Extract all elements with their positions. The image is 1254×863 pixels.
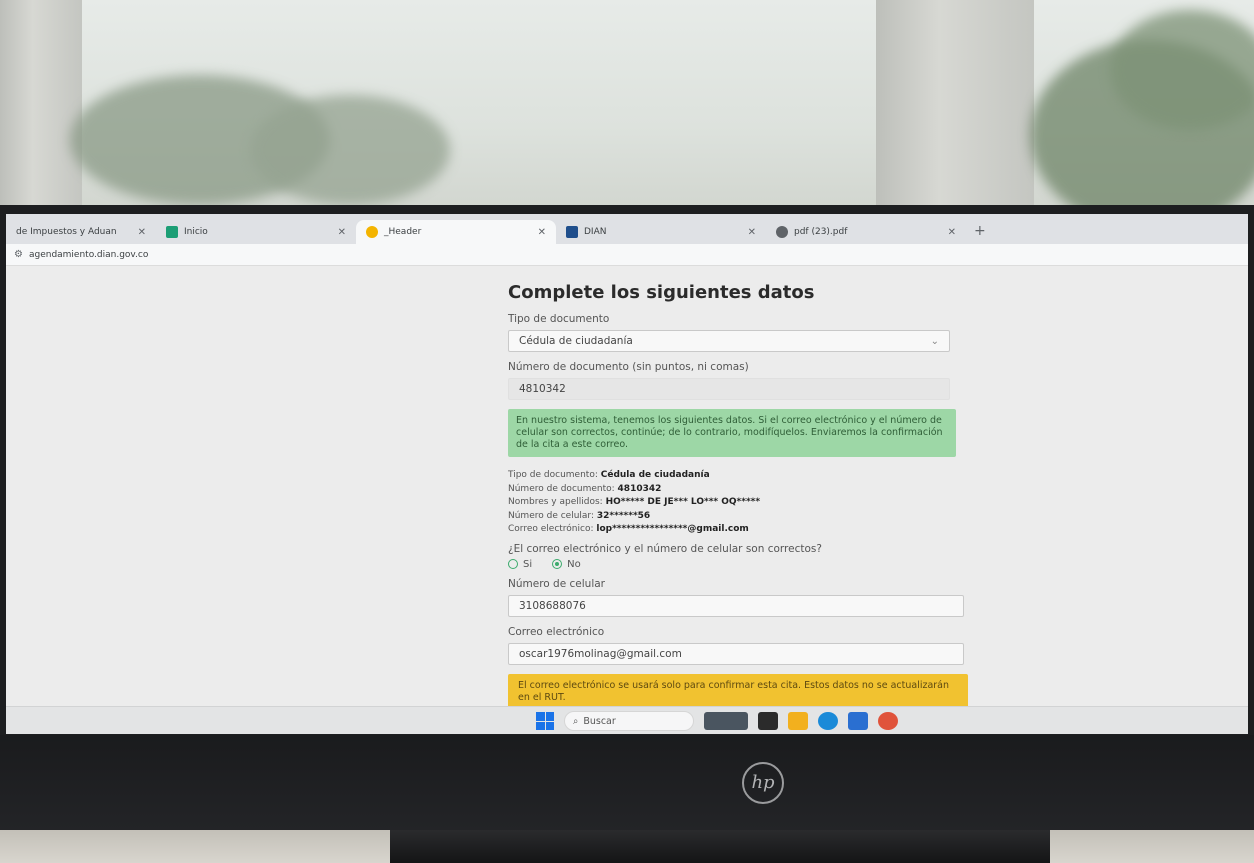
close-icon[interactable]: ✕ [948,227,956,238]
tree-foliage [250,95,450,205]
task-view-icon[interactable] [758,712,778,730]
tab-label: de Impuestos y Aduan [16,227,117,237]
doc-type-select[interactable]: Cédula de ciudadanía ⌄ [508,330,950,352]
cell-value: 3108688076 [519,599,586,612]
confirm-radio-group: Si No [508,559,978,570]
confirm-question: ¿El correo electrónico y el número de ce… [508,542,822,555]
detail-row: Nombres y apellidos: HO***** DE JE*** LO… [508,496,978,510]
file-explorer-icon[interactable] [788,712,808,730]
edge-icon[interactable] [818,712,838,730]
tab-favicon-icon [566,226,578,238]
page-content: Complete los siguientes datos Tipo de do… [6,266,1248,710]
detail-key: Nombres y apellidos: [508,497,603,507]
detail-row: Correo electrónico: lop****************@… [508,523,978,537]
detail-row: Número de celular: 32******56 [508,510,978,524]
tab-favicon-icon [166,226,178,238]
tab-dian[interactable]: DIAN ✕ [556,220,766,244]
search-icon: ⌕ [573,715,579,727]
tab-label: pdf (23).pdf [794,227,848,237]
cell-label: Número de celular [508,577,605,590]
detail-row: Número de documento: 4810342 [508,483,978,497]
windows-start-icon[interactable] [536,712,554,730]
detail-key: Número de documento: [508,483,615,494]
new-tab-button[interactable]: + [966,220,994,244]
doc-number-label: Número de documento (sin puntos, ni coma… [508,361,749,373]
cell-field[interactable]: 3108688076 [508,594,964,617]
detail-value: Cédula de ciudadanía [600,470,710,480]
tab-label: DIAN [584,227,607,237]
tab-favicon-icon [366,226,378,238]
close-icon[interactable]: ✕ [138,227,146,238]
doc-type-value: Cédula de ciudadanía [519,335,633,347]
warning-alert: El correo electrónico se usará solo para… [508,673,968,710]
page-title: Complete los siguientes datos [508,282,815,303]
detail-value: 32******56 [596,510,651,521]
doc-number-field[interactable]: 4810342 [508,378,950,400]
close-icon[interactable]: ✕ [748,227,756,238]
window-backdrop [0,0,1254,230]
email-label: Correo electrónico [508,625,605,638]
screen: de Impuestos y Aduan ✕ Inicio ✕ _Header … [6,214,1248,734]
detail-value: 4810342 [617,483,662,494]
radio-yes[interactable]: Si [508,559,532,570]
appointment-form: Complete los siguientes datos Tipo de do… [508,282,978,710]
tab-pdf[interactable]: pdf (23).pdf ✕ [766,220,966,244]
doc-number-value: 4810342 [519,383,566,395]
close-icon[interactable]: ✕ [338,227,346,238]
radio-yes-label: Si [523,558,533,570]
detail-key: Correo electrónico: [508,524,594,534]
store-icon[interactable] [848,712,868,730]
url-text: agendamiento.dian.gov.co [28,249,149,260]
info-alert: En nuestro sistema, tenemos los siguient… [508,409,956,457]
detail-value: HO***** DE JE*** LO*** OQ***** [605,497,761,507]
email-field[interactable]: oscar1976molinag@gmail.com [508,642,964,665]
site-settings-icon[interactable]: ⚙ [14,249,23,260]
hp-logo: hp [742,762,784,804]
search-placeholder: Buscar [583,715,616,727]
email-value: oscar1976molinag@gmail.com [519,647,682,660]
chevron-down-icon: ⌄ [930,335,939,347]
detail-key: Número de celular: [508,510,595,521]
radio-no-label: No [567,558,581,570]
detail-key: Tipo de documento: [508,470,598,480]
monitor-chin [0,735,1254,830]
tab-dian-impuestos[interactable]: de Impuestos y Aduan ✕ [6,220,156,244]
detail-value: lop****************@gmail.com [596,524,749,534]
address-bar[interactable]: ⚙ agendamiento.dian.gov.co [6,244,1248,266]
tab-inicio[interactable]: Inicio ✕ [156,220,356,244]
radio-circle-icon [552,559,563,569]
landscape-app-icon[interactable] [704,712,748,730]
tab-favicon-icon [776,226,788,238]
tab-label: _Header [384,227,422,237]
browser-tab-bar: de Impuestos y Aduan ✕ Inicio ✕ _Header … [6,214,1248,244]
close-icon[interactable]: ✕ [538,227,546,238]
radio-circle-icon [508,559,518,569]
tab-label: Inicio [184,227,208,237]
monitor-stand [390,830,1050,863]
taskbar-search[interactable]: ⌕ Buscar [564,711,694,731]
radio-no[interactable]: No [552,559,581,570]
windows-taskbar: ⌕ Buscar [6,706,1248,734]
taskbar-center: ⌕ Buscar [536,711,898,731]
doc-type-label: Tipo de documento [508,313,610,325]
user-details: Tipo de documento: Cédula de ciudadanía … [508,469,978,537]
chrome-icon[interactable] [878,712,898,730]
tab-header[interactable]: _Header ✕ [356,220,556,244]
window-frame-middle [876,0,1034,230]
detail-row: Tipo de documento: Cédula de ciudadanía [508,469,978,483]
window-frame-left [0,0,82,230]
